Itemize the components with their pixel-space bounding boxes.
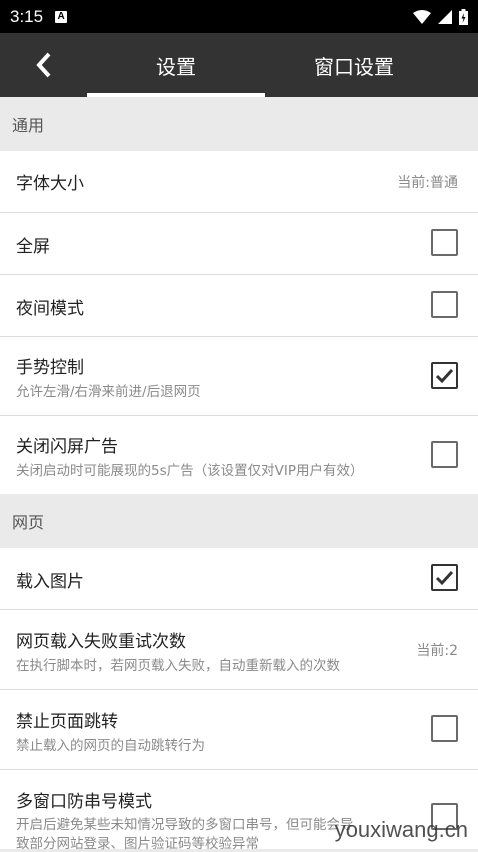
setting-summary: 允许左滑/右滑来前进/后退网页 <box>16 384 201 400</box>
setting-retry-count[interactable]: 网页载入失败重试次数 在执行脚本时，若网页载入失败，自动重新载入的次数 当前:2 <box>0 610 478 690</box>
setting-title: 禁止页面跳转 <box>16 712 118 732</box>
signal-icon <box>438 9 452 24</box>
fullscreen-checkbox[interactable] <box>431 229 458 256</box>
block-redirect-checkbox[interactable] <box>431 715 458 742</box>
setting-summary-line2: 致部分网站登录、图片验证码等校验异常 <box>16 836 259 852</box>
notification-icon: A <box>55 10 68 23</box>
setting-summary: 在执行脚本时，若网页载入失败，自动重新载入的次数 <box>16 658 340 674</box>
setting-title: 手势控制 <box>16 358 84 378</box>
setting-font-size[interactable]: 字体大小 当前:普通 <box>0 151 478 213</box>
gesture-control-checkbox[interactable] <box>431 362 458 389</box>
setting-title: 多窗口防串号模式 <box>16 792 152 812</box>
tab-window-settings[interactable]: 窗口设置 <box>265 33 443 97</box>
setting-title: 全屏 <box>16 237 50 257</box>
setting-summary: 禁止载入的网页的自动跳转行为 <box>16 738 205 754</box>
wifi-icon <box>413 9 431 24</box>
night-mode-checkbox[interactable] <box>431 291 458 318</box>
setting-fullscreen[interactable]: 全屏 <box>0 213 478 275</box>
setting-load-images[interactable]: 载入图片 <box>0 548 478 610</box>
setting-title: 载入图片 <box>16 572 84 592</box>
setting-value: 当前:普通 <box>397 175 458 191</box>
setting-close-splash-ad[interactable]: 关闭闪屏广告 关闭启动时可能展现的5s广告（该设置仅对VIP用户有效） <box>0 416 478 494</box>
section-header-general: 通用 <box>0 97 478 151</box>
watermark: youxiwang.cn <box>334 817 468 842</box>
setting-title: 网页载入失败重试次数 <box>16 632 186 652</box>
setting-summary: 开启后避免某些未知情况导致的多窗口串号，但可能会导 <box>16 817 354 833</box>
setting-title: 关闭闪屏广告 <box>16 437 118 457</box>
checkmark-icon <box>435 570 454 585</box>
section-header-web: 网页 <box>0 494 478 548</box>
close-splash-ad-checkbox[interactable] <box>431 441 458 468</box>
setting-title: 字体大小 <box>16 174 84 194</box>
app-toolbar: 设置 窗口设置 <box>0 33 478 97</box>
setting-summary: 关闭启动时可能展现的5s广告（该设置仅对VIP用户有效） <box>16 463 364 479</box>
setting-gesture-control[interactable]: 手势控制 允许左滑/右滑来前进/后退网页 <box>0 337 478 416</box>
back-button[interactable] <box>30 51 58 79</box>
setting-block-redirect[interactable]: 禁止页面跳转 禁止载入的网页的自动跳转行为 <box>0 690 478 770</box>
tab-settings[interactable]: 设置 <box>87 33 265 97</box>
checkmark-icon <box>435 368 454 383</box>
battery-icon <box>459 8 468 25</box>
setting-night-mode[interactable]: 夜间模式 <box>0 275 478 337</box>
chevron-left-icon <box>36 52 51 78</box>
status-bar: 3:15 A <box>0 0 478 33</box>
load-images-checkbox[interactable] <box>431 564 458 591</box>
status-time: 3:15 <box>10 6 44 26</box>
setting-title: 夜间模式 <box>16 299 84 319</box>
setting-value: 当前:2 <box>416 643 458 659</box>
